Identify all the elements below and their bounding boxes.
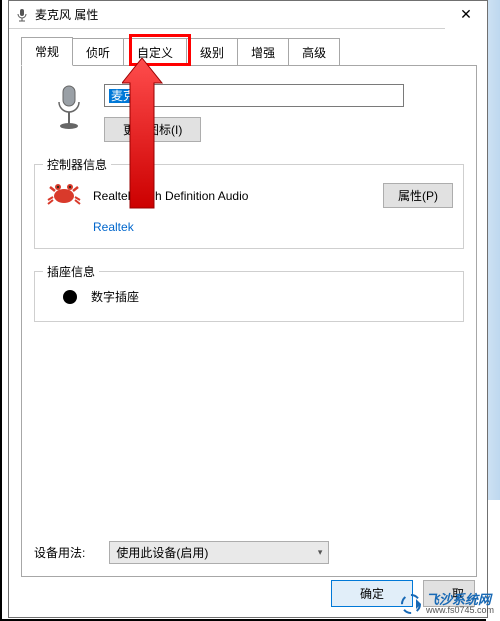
- jack-row: 数字插座: [63, 286, 453, 307]
- controller-name: Realtek High Definition Audio: [93, 189, 373, 203]
- device-usage-row: 设备用法: 使用此设备(启用) ▾: [34, 541, 329, 564]
- jack-color-icon: [63, 290, 77, 304]
- tab-custom[interactable]: 自定义: [124, 38, 187, 67]
- device-name-input[interactable]: 麦克风: [104, 84, 404, 107]
- titlebar: 麦克风 属性 ✕: [9, 1, 487, 29]
- close-icon: ✕: [460, 6, 472, 23]
- vendor-link[interactable]: Realtek: [93, 220, 134, 234]
- chevron-down-icon: ▾: [318, 547, 323, 558]
- controller-properties-button[interactable]: 属性(P): [383, 183, 453, 208]
- watermark-url: www.fs0745.com: [426, 606, 494, 615]
- usage-dropdown[interactable]: 使用此设备(启用) ▾: [109, 541, 329, 564]
- tab-general[interactable]: 常规: [21, 37, 73, 66]
- usage-label: 设备用法:: [34, 544, 85, 561]
- controller-fieldset: 控制器信息 Realtek High Definitio: [34, 164, 464, 249]
- watermark-logo-icon: [400, 593, 422, 615]
- jack-fieldset: 插座信息 数字插座: [34, 271, 464, 322]
- usage-selected: 使用此设备(启用): [116, 544, 208, 561]
- window-content: 常规 侦听 自定义 级别 增强 高级 麦: [9, 29, 487, 577]
- close-button[interactable]: ✕: [445, 1, 487, 29]
- realtek-crab-icon: [45, 179, 83, 212]
- properties-window: 麦克风 属性 ✕ 常规 侦听 自定义 级别 增强 高级: [8, 0, 488, 618]
- microphone-icon: [52, 84, 86, 135]
- watermark: 飞沙系统网 www.fs0745.com: [400, 593, 494, 615]
- tab-strip: 常规 侦听 自定义 级别 增强 高级: [21, 37, 477, 66]
- window-title: 麦克风 属性: [35, 6, 445, 23]
- desktop-edge: [486, 0, 500, 500]
- tab-advanced[interactable]: 高级: [289, 38, 340, 67]
- tab-enhance[interactable]: 增强: [238, 38, 289, 67]
- mic-small-icon: [15, 8, 29, 22]
- tab-levels[interactable]: 级别: [187, 38, 238, 67]
- jack-legend: 插座信息: [43, 263, 99, 280]
- change-icon-button[interactable]: 更改图标(I): [104, 117, 201, 142]
- device-name-row: 麦克风 更改图标(I): [52, 84, 464, 142]
- device-name-value: 麦克风: [109, 89, 149, 103]
- jack-label: 数字插座: [91, 288, 139, 305]
- controller-legend: 控制器信息: [43, 156, 111, 173]
- tab-listen[interactable]: 侦听: [73, 38, 124, 67]
- tab-panel-general: 麦克风 更改图标(I) 控制器信息: [21, 65, 477, 577]
